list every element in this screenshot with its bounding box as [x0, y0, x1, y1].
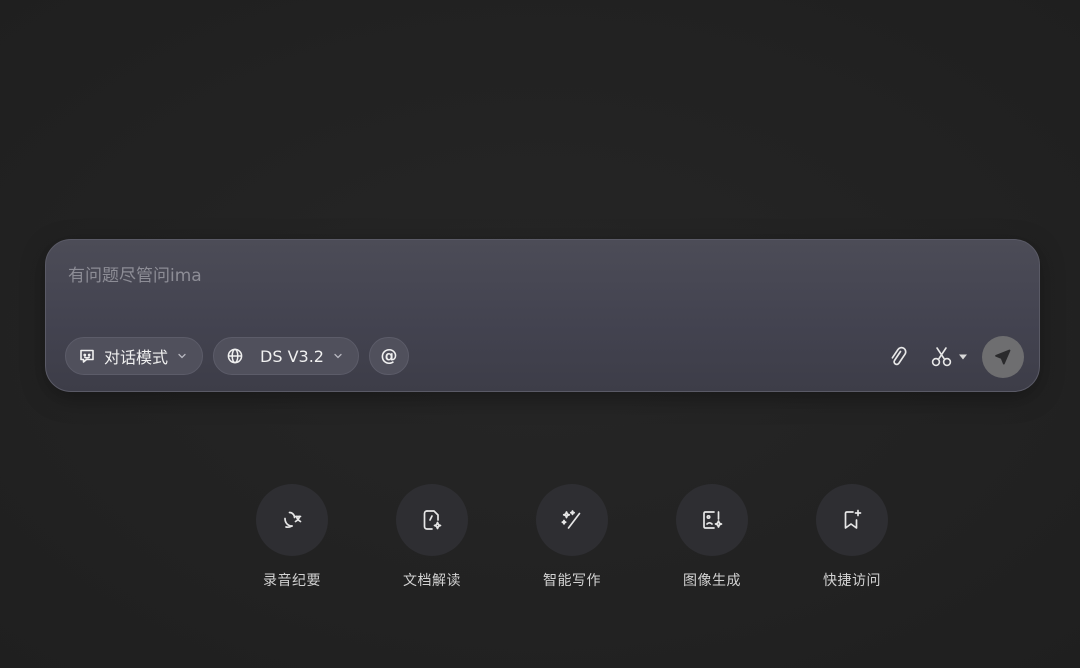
quick-action-circle	[396, 484, 468, 556]
caret-down-icon	[958, 353, 968, 361]
chevron-down-icon	[332, 350, 344, 362]
quick-action-image-gen[interactable]: 图像生成	[642, 484, 782, 590]
send-button[interactable]	[982, 336, 1024, 378]
magic-wand-icon	[559, 507, 585, 533]
screenshot-button[interactable]	[924, 337, 974, 377]
mention-label: @	[380, 346, 398, 366]
chat-composer: 对话模式 DS V3.2 @	[45, 239, 1040, 392]
image-generate-icon	[699, 507, 725, 533]
quick-action-circle	[816, 484, 888, 556]
quick-action-quick-access[interactable]: 快捷访问	[782, 484, 922, 590]
attach-button[interactable]	[878, 337, 918, 377]
quick-action-circle	[676, 484, 748, 556]
quick-action-circle	[256, 484, 328, 556]
document-sparkle-icon	[419, 507, 445, 533]
quick-action-label: 快捷访问	[823, 573, 881, 589]
quick-action-label: 智能写作	[543, 573, 601, 589]
scissors-icon	[930, 345, 956, 369]
model-selector-label: DS V3.2	[260, 346, 324, 366]
paperclip-icon	[887, 346, 909, 368]
quick-action-label: 文档解读	[403, 573, 461, 589]
quick-actions-bar: 录音纪要 文档解读 智能写作 图像生成 快捷访问	[222, 484, 922, 590]
composer-right-toolbar	[878, 336, 1024, 378]
mode-selector-button[interactable]: 对话模式	[65, 337, 204, 375]
mention-button[interactable]: @	[368, 337, 409, 375]
model-selector-button[interactable]: DS V3.2	[213, 337, 359, 375]
globe-icon	[226, 347, 244, 365]
app-stage: 对话模式 DS V3.2 @	[0, 0, 1080, 668]
quick-action-circle	[536, 484, 608, 556]
quick-action-label: 录音纪要	[263, 573, 321, 589]
prompt-input[interactable]	[68, 262, 968, 290]
chat-bubble-icon	[78, 347, 96, 365]
quick-action-doc-reading[interactable]: 文档解读	[362, 484, 502, 590]
chevron-down-icon	[176, 350, 188, 362]
bookmark-add-icon	[839, 507, 865, 533]
quick-action-smart-writing[interactable]: 智能写作	[502, 484, 642, 590]
quick-action-label: 图像生成	[683, 573, 741, 589]
voice-record-icon	[279, 507, 305, 533]
mode-selector-label: 对话模式	[104, 348, 169, 367]
composer-left-toolbar: 对话模式 DS V3.2 @	[65, 337, 409, 375]
quick-action-voice-notes[interactable]: 录音纪要	[222, 484, 362, 590]
send-arrow-icon	[993, 347, 1013, 367]
